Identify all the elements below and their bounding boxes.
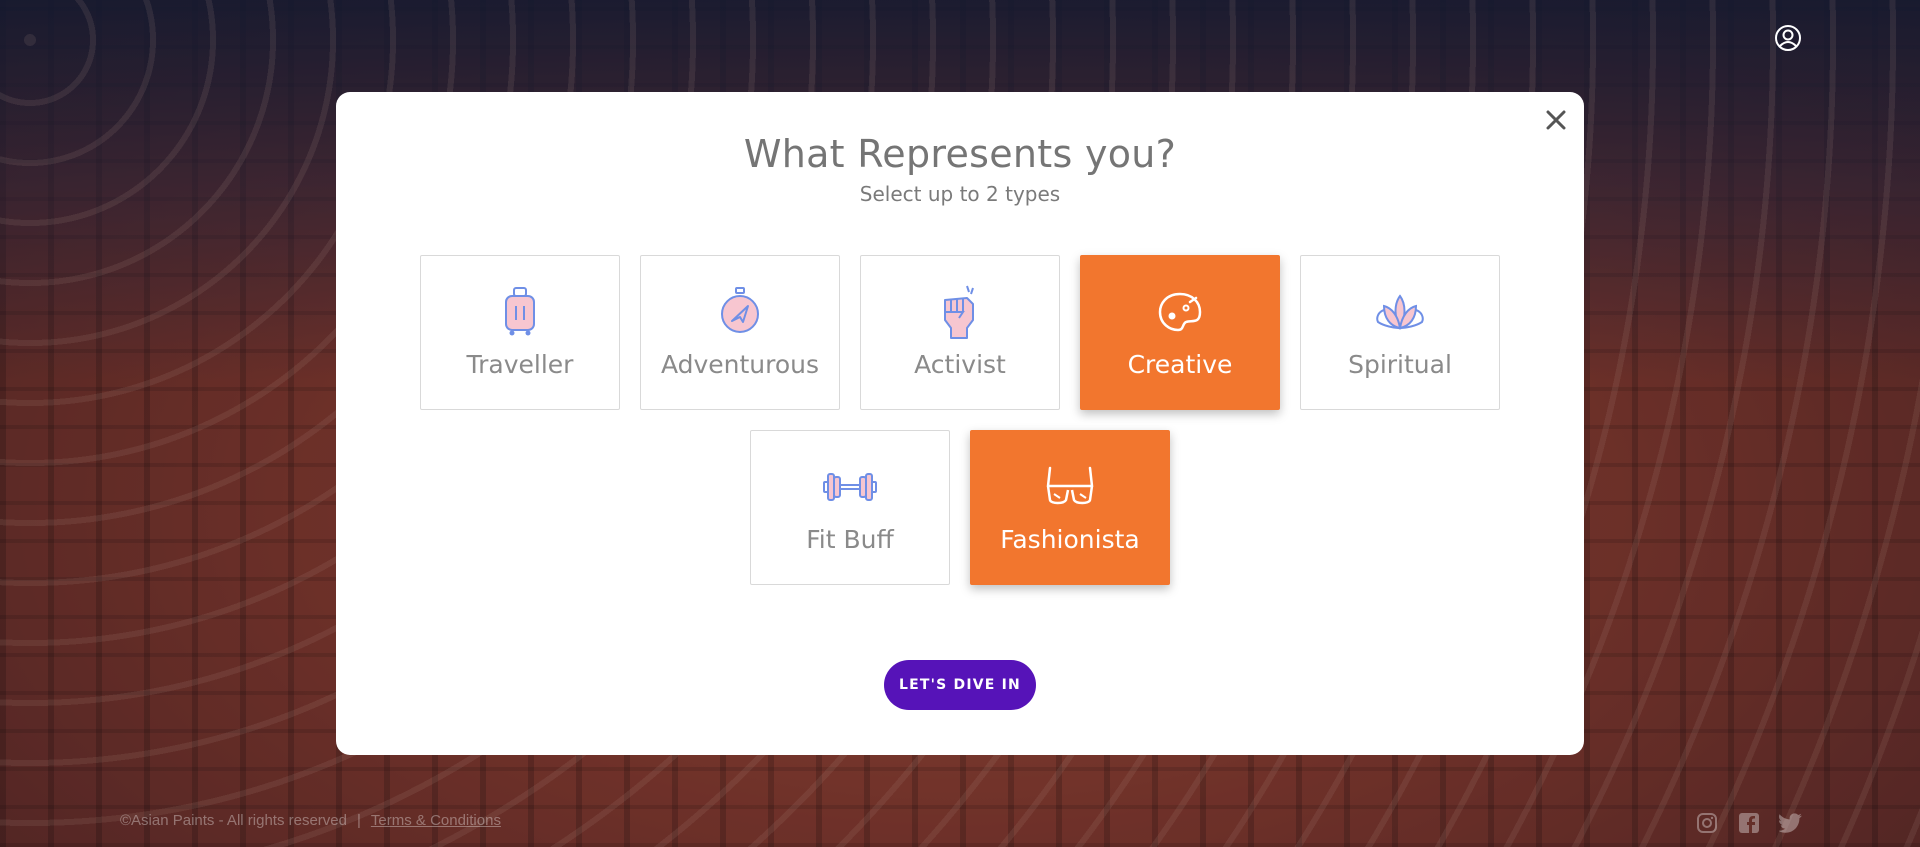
suitcase-icon [492,284,548,340]
facebook-icon[interactable] [1736,810,1762,836]
type-card-adventurous[interactable]: Adventurous [640,255,840,410]
type-card-creative[interactable]: Creative [1080,255,1280,410]
type-card-label: Adventurous [660,350,820,379]
type-card-label: Traveller [466,350,574,379]
modal-subtitle: Select up to 2 types [859,182,1061,206]
compass-icon [712,284,768,340]
lotus-icon [1372,284,1428,340]
type-card-traveller[interactable]: Traveller [420,255,620,410]
footer-separator: | [356,812,361,829]
type-card-activist[interactable]: Activist [860,255,1060,410]
type-card-label: Fit Buff [806,525,894,554]
type-card-label: Spiritual [1348,350,1452,379]
type-card-label: Fashionista [1000,525,1140,554]
type-card-label: Activist [914,350,1006,379]
user-account-icon[interactable] [1774,24,1802,52]
instagram-icon[interactable] [1694,810,1720,836]
social-links [1694,810,1804,836]
type-card-spiritual[interactable]: Spiritual [1300,255,1500,410]
terms-link[interactable]: Terms & Conditions [371,812,501,829]
sunglasses-icon [1042,459,1098,515]
lets-dive-in-button[interactable]: LET'S DIVE IN [884,660,1036,710]
dumbbell-icon [822,459,878,515]
copyright-text: ©Asian Paints - All rights reserved [120,812,347,829]
twitter-icon[interactable] [1778,810,1804,836]
modal-title: What Represents you? [743,132,1177,176]
type-card-label: Creative [1127,350,1233,379]
type-selection-modal: What Represents you? Select up to 2 type… [336,92,1584,755]
type-card-fit-buff[interactable]: Fit Buff [750,430,950,585]
close-icon [1546,110,1566,130]
type-card-fashionista[interactable]: Fashionista [970,430,1170,585]
paint-palette-icon [1152,284,1208,340]
footer: ©Asian Paints - All rights reserved | Te… [120,812,501,829]
raised-fist-icon [932,284,988,340]
